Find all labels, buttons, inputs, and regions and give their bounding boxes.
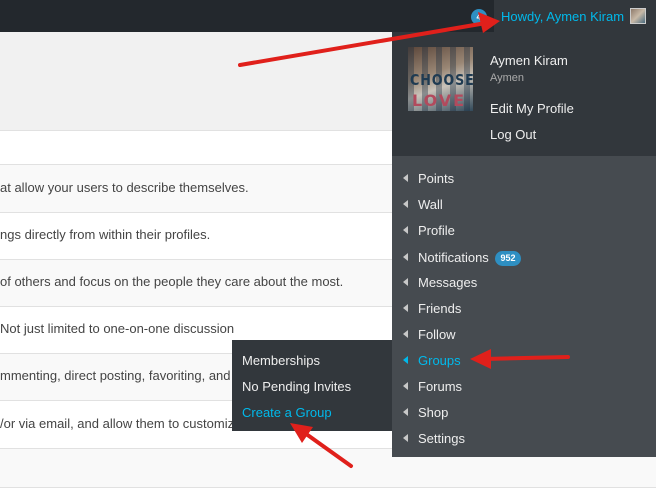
list-row-description: of others and focus on the people they c… xyxy=(0,274,344,289)
arrow-left-icon xyxy=(403,200,408,208)
arrow-left-icon xyxy=(403,174,408,182)
list-row-description: ngs directly from within their profiles. xyxy=(0,227,211,242)
arrow-left-icon xyxy=(403,304,408,312)
account-username[interactable]: Aymen xyxy=(490,72,524,84)
bp-menu-label: Groups xyxy=(418,353,461,368)
admin-bar: 4 Howdy, Aymen Kiram xyxy=(0,0,656,32)
groups-memberships-link[interactable]: Memberships xyxy=(242,353,320,368)
avatar-shirt-text: LOVE xyxy=(412,91,467,110)
bp-menu-item-shop[interactable]: Shop xyxy=(392,400,656,426)
buddypress-menu: Points Wall Profile Notifications 952 Me… xyxy=(392,156,656,457)
arrow-left-icon xyxy=(403,278,408,286)
bp-menu-item-settings[interactable]: Settings xyxy=(392,426,656,452)
bp-menu-label: Messages xyxy=(418,275,478,290)
groups-submenu: Memberships No Pending Invites Create a … xyxy=(232,340,392,431)
arrow-left-icon xyxy=(403,434,408,442)
bp-menu-item-forums[interactable]: Forums xyxy=(392,374,656,400)
my-account-menu[interactable]: Howdy, Aymen Kiram xyxy=(494,0,656,32)
bp-menu-item-groups[interactable]: Groups xyxy=(392,348,656,374)
bp-menu-label: Notifications xyxy=(418,250,489,265)
arrow-left-icon xyxy=(403,382,408,390)
bp-menu-label: Points xyxy=(418,171,455,186)
bp-menu-label: Profile xyxy=(418,223,455,238)
notifications-count-badge: 952 xyxy=(495,251,521,266)
account-submenu: CHOOSE LOVE Aymen Kiram Aymen Edit My Pr… xyxy=(392,32,656,156)
bp-menu-item-messages[interactable]: Messages xyxy=(392,270,656,296)
create-group-link[interactable]: Create a Group xyxy=(242,405,332,420)
edit-profile-link[interactable]: Edit My Profile xyxy=(490,101,574,116)
bp-menu-item-wall[interactable]: Wall xyxy=(392,192,656,218)
bp-menu-item-profile[interactable]: Profile xyxy=(392,218,656,244)
notification-count-badge[interactable]: 4 xyxy=(471,9,487,25)
bp-menu-label: Friends xyxy=(418,301,462,316)
bp-menu-label: Forums xyxy=(418,379,463,394)
arrow-left-icon xyxy=(403,253,408,261)
bp-menu-item-points[interactable]: Points xyxy=(392,166,656,192)
bp-menu-item-follow[interactable]: Follow xyxy=(392,322,656,348)
user-avatar-large[interactable]: CHOOSE LOVE xyxy=(408,47,473,111)
bp-menu-label: Wall xyxy=(418,197,443,212)
bp-menu-item-notifications[interactable]: Notifications 952 xyxy=(392,245,656,271)
arrow-left-icon xyxy=(403,356,408,364)
arrow-left-icon xyxy=(403,226,408,234)
user-avatar-small[interactable] xyxy=(630,8,646,24)
bp-menu-item-friends[interactable]: Friends xyxy=(392,296,656,322)
bp-menu-label: Settings xyxy=(418,431,465,446)
arrow-left-icon xyxy=(403,408,408,416)
bp-menu-label: Shop xyxy=(418,405,449,420)
list-row-description: Not just limited to one-on-one discussio… xyxy=(0,321,235,336)
groups-pending-invites-link[interactable]: No Pending Invites xyxy=(242,379,351,394)
logout-link[interactable]: Log Out xyxy=(490,127,536,142)
list-row-description: at allow your users to describe themselv… xyxy=(0,180,249,195)
howdy-label[interactable]: Howdy, Aymen Kiram xyxy=(501,9,624,24)
list-row-description: mmenting, direct posting, favoriting, an… xyxy=(0,368,231,383)
avatar-shirt-text: CHOOSE xyxy=(410,71,473,89)
arrow-left-icon xyxy=(403,330,408,338)
bp-menu-label: Follow xyxy=(418,327,456,342)
account-display-name[interactable]: Aymen Kiram xyxy=(490,53,568,68)
